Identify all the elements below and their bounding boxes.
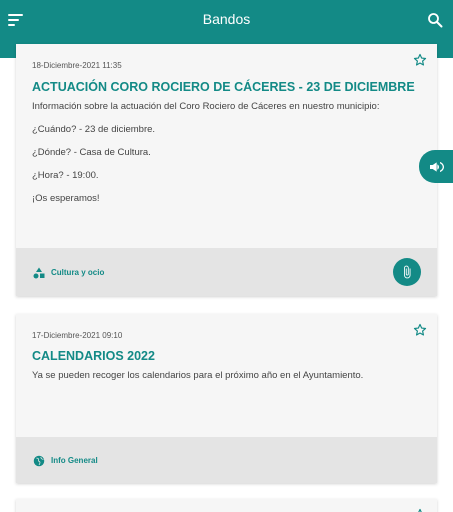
search-icon[interactable] (427, 12, 443, 28)
bando-card[interactable] (16, 499, 437, 512)
bando-card[interactable]: 17-Diciembre-2021 09:10 CALENDARIOS 2022… (16, 314, 437, 483)
announcements-tab[interactable] (419, 150, 453, 183)
card-body-line: ¿Cuándo? - 23 de diciembre. (32, 124, 156, 135)
attachment-button[interactable] (393, 258, 421, 286)
paperclip-icon (404, 265, 411, 279)
card-body-line: Información sobre la actuación del Coro … (32, 101, 380, 112)
star-icon[interactable] (413, 53, 427, 67)
category-label[interactable]: Cultura y ocio (51, 268, 104, 277)
shapes-icon (33, 266, 45, 279)
globe-icon (33, 454, 45, 467)
card-title[interactable]: ACTUACIÓN CORO ROCIERO DE CÁCERES - 23 D… (32, 80, 415, 94)
card-body-line: ¿Dónde? - Casa de Cultura. (32, 147, 151, 158)
page-title: Bandos (202, 11, 251, 27)
bando-card[interactable]: 18-Diciembre-2021 11:35 ACTUACIÓN CORO R… (16, 44, 437, 296)
star-icon[interactable] (413, 323, 427, 337)
card-footer: Cultura y ocio (16, 248, 437, 296)
card-date: 18-Diciembre-2021 11:35 (32, 61, 122, 70)
card-body-line: ¡Os esperamos! (32, 193, 100, 204)
star-icon[interactable] (413, 508, 427, 512)
card-date: 17-Diciembre-2021 09:10 (32, 331, 123, 340)
card-body-line: Ya se pueden recoger los calendarios par… (32, 370, 364, 381)
card-title[interactable]: CALENDARIOS 2022 (32, 349, 155, 363)
category-label[interactable]: Info General (51, 456, 98, 465)
megaphone-icon (430, 162, 444, 172)
card-body-line: ¿Hora? - 19:00. (32, 170, 99, 181)
card-footer: Info General (16, 437, 437, 483)
